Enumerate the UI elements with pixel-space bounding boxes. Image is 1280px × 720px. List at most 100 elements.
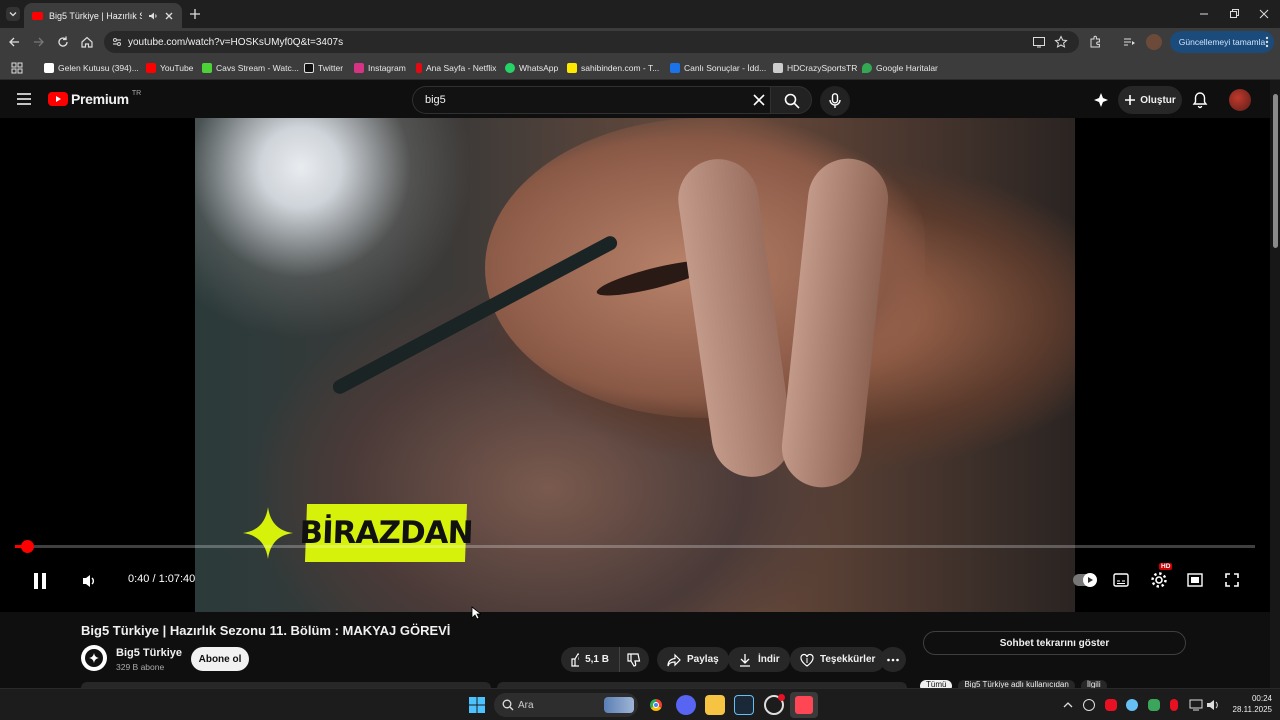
close-window-icon[interactable] <box>1257 7 1271 21</box>
hamburger-menu-icon[interactable] <box>16 92 32 106</box>
more-actions-button[interactable] <box>880 647 906 672</box>
instagram-icon <box>354 63 364 73</box>
new-tab-icon[interactable] <box>188 7 202 21</box>
scrollbar-thumb[interactable] <box>1273 94 1278 248</box>
sparkle-icon <box>243 507 293 559</box>
bookmark-gmail[interactable]: Gelen Kutusu (394)... <box>44 61 139 75</box>
taskbar-search[interactable]: Ara <box>494 693 638 717</box>
super-thanks-icon <box>800 653 814 667</box>
discord-taskbar-icon[interactable] <box>676 695 696 715</box>
clear-search-icon[interactable] <box>753 94 765 106</box>
cast-icon[interactable] <box>1032 35 1046 49</box>
bookmark-google-maps[interactable]: Google Haritalar <box>862 61 938 75</box>
dislike-button[interactable] <box>619 647 649 672</box>
fullscreen-icon[interactable] <box>1225 573 1239 587</box>
extensions-icon[interactable] <box>1088 35 1102 49</box>
browser-tab[interactable]: Big5 Türkiye | Hazırlık Sezon <box>24 3 182 28</box>
app-taskbar-icon[interactable] <box>764 694 785 715</box>
speaker-icon[interactable] <box>148 11 158 21</box>
like-count: 5,1 B <box>585 654 609 665</box>
account-avatar[interactable] <box>1229 89 1251 111</box>
network-icon[interactable] <box>1189 698 1203 712</box>
autoplay-toggle[interactable] <box>1073 573 1097 587</box>
update-button[interactable]: Güncellemeyi tamamla <box>1170 31 1274 53</box>
whatsapp-icon <box>505 63 515 73</box>
profile-avatar[interactable] <box>1146 34 1162 50</box>
play-small-icon <box>1088 577 1093 583</box>
chrome-taskbar-icon[interactable] <box>646 695 666 715</box>
bookmark-sahibinden[interactable]: sahibinden.com - T... <box>567 61 659 75</box>
chip-related[interactable]: İlgili <box>1080 680 1107 688</box>
show-chat-replay-button[interactable]: Sohbet tekrarını göster <box>923 631 1186 655</box>
progress-scrubber[interactable] <box>21 540 35 553</box>
youtube-favicon-icon <box>32 11 43 20</box>
windows-start-icon[interactable] <box>469 697 485 713</box>
bookmark-youtube[interactable]: YouTube <box>146 61 193 75</box>
search-button[interactable] <box>770 86 812 114</box>
video-title: Big5 Türkiye | Hazırlık Sezonu 11. Bölüm… <box>81 623 451 638</box>
site-info-icon[interactable] <box>111 36 123 48</box>
tray-app-icon[interactable] <box>1105 699 1117 711</box>
media-control-icon[interactable] <box>1122 35 1136 49</box>
microphone-tray-icon[interactable] <box>1170 699 1178 711</box>
bookmark-twitter[interactable]: Twitter <box>304 61 343 75</box>
progress-bar[interactable] <box>15 540 1255 553</box>
download-button[interactable]: İndir <box>728 647 790 672</box>
download-icon <box>740 653 750 667</box>
bookmark-star-icon[interactable] <box>1054 35 1068 49</box>
netflix-icon <box>416 63 422 73</box>
browser-toolbar: youtube.com/watch?v=HOSKsUMyf0Q&t=3407s … <box>0 28 1280 56</box>
back-icon[interactable] <box>7 35 21 49</box>
tab-search-button[interactable] <box>6 7 20 21</box>
video-player[interactable]: BİRAZDAN 0:40 / 1:07:40 HD <box>0 118 1270 612</box>
forward-icon[interactable] <box>32 35 46 49</box>
address-bar[interactable]: youtube.com/watch?v=HOSKsUMyf0Q&t=3407s <box>104 31 1079 53</box>
settings-button[interactable]: HD <box>1150 563 1173 589</box>
channel-name[interactable]: Big5 Türkiye <box>116 647 182 659</box>
chip-from-channel[interactable]: Big5 Türkiye adlı kullanıcıdan <box>958 680 1075 688</box>
close-tab-icon[interactable] <box>164 11 174 21</box>
file-explorer-taskbar-icon[interactable] <box>705 695 725 715</box>
bookmark-whatsapp[interactable]: WhatsApp <box>505 61 558 75</box>
chip-all[interactable]: Tümü <box>920 680 953 688</box>
more-vert-icon[interactable] <box>1260 35 1274 49</box>
minimize-icon[interactable] <box>1197 7 1211 21</box>
mackolik-icon <box>670 63 680 73</box>
create-button[interactable]: Oluştur <box>1118 86 1182 114</box>
gemini-spark-icon[interactable] <box>1093 92 1109 108</box>
steam-taskbar-icon[interactable] <box>734 695 754 715</box>
valorant-taskbar-icon[interactable] <box>790 692 818 718</box>
bookmark-netflix[interactable]: Ana Sayfa - Netflix <box>416 61 496 75</box>
sync-tray-icon[interactable] <box>1083 699 1095 711</box>
home-icon[interactable] <box>80 35 94 49</box>
apps-grid-icon[interactable] <box>10 61 24 75</box>
subscribe-button[interactable]: Abone ol <box>191 647 249 671</box>
system-clock[interactable]: 00:24 28.11.2025 <box>1224 693 1272 715</box>
bookmark-instagram[interactable]: Instagram <box>354 61 406 75</box>
more-horiz-icon <box>887 658 899 661</box>
youtube-premium-logo[interactable]: Premium TR <box>48 90 141 107</box>
chevron-up-icon[interactable] <box>1063 700 1073 710</box>
restore-icon[interactable] <box>1227 7 1241 21</box>
security-tray-icon[interactable] <box>1148 699 1160 711</box>
bookmark-cavs-stream[interactable]: Cavs Stream - Watc... <box>202 61 299 75</box>
pause-icon[interactable] <box>32 572 48 590</box>
steam-tray-icon[interactable] <box>1126 699 1138 711</box>
page-scrollbar[interactable] <box>1270 80 1280 688</box>
notifications-bell-icon[interactable] <box>1192 91 1208 109</box>
theater-mode-icon[interactable] <box>1187 573 1203 587</box>
channel-avatar[interactable] <box>81 645 107 671</box>
youtube-logo-icon <box>48 92 68 106</box>
volume-tray-icon[interactable] <box>1206 698 1220 712</box>
reload-icon[interactable] <box>56 35 70 49</box>
thanks-button[interactable]: Teşekkürler <box>790 647 886 672</box>
bookmark-hdcrazysports[interactable]: HDCrazySportsTR <box>773 61 857 75</box>
share-button[interactable]: Paylaş <box>657 647 729 672</box>
like-button[interactable]: 5,1 B <box>561 647 619 672</box>
voice-search-button[interactable] <box>820 86 850 116</box>
search-input[interactable]: big5 <box>412 86 770 114</box>
bookmark-canli-sonuclar[interactable]: Canlı Sonuçlar - İdd... <box>670 61 766 75</box>
clock-time: 00:24 <box>1251 694 1272 703</box>
volume-icon[interactable] <box>81 573 97 589</box>
subtitles-icon[interactable] <box>1113 573 1129 587</box>
